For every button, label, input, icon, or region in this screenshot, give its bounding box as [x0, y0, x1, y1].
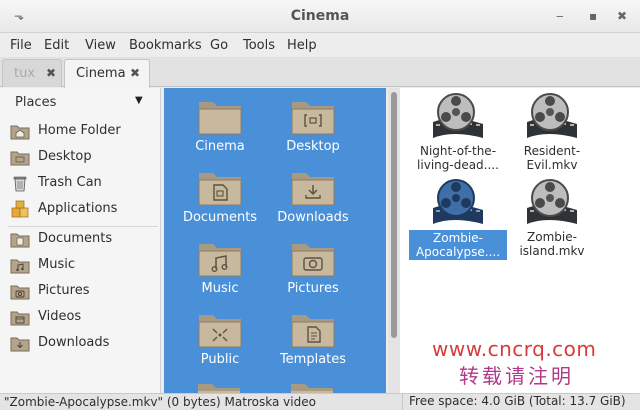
pictures-icon: [10, 285, 30, 300]
folder-public[interactable]: Public: [174, 309, 266, 367]
sidebar-item-home-folder[interactable]: Home Folder: [10, 121, 158, 143]
menu-view[interactable]: View: [85, 38, 116, 53]
desktop-icon: [10, 151, 30, 166]
sidebar-divider: [8, 226, 158, 227]
folder-label: Downloads: [277, 210, 349, 225]
public-folder-icon: [198, 315, 242, 348]
desktop-folder-icon: [291, 102, 335, 135]
sidebar-item-label: Applications: [38, 201, 118, 216]
folder-label: Music: [201, 281, 239, 296]
sidebar-item-label: Videos: [38, 309, 82, 324]
tab-tux-label: tux: [14, 66, 36, 81]
sidebar-item-label: Desktop: [38, 149, 92, 164]
sidebar-item-label: Pictures: [38, 283, 90, 298]
status-bar: "Zombie-Apocalypse.mkv" (0 bytes) Matros…: [0, 393, 640, 410]
sidebar-item-videos[interactable]: Videos: [10, 307, 158, 329]
file-resident-evil[interactable]: Resident- Evil.mkv: [503, 92, 601, 172]
downloads-folder-icon: [291, 173, 335, 206]
window-title: Cinema: [290, 8, 350, 24]
pictures-folder-icon: [291, 244, 335, 277]
scrollbar-thumb[interactable]: [391, 92, 397, 338]
minimize-icon[interactable]: ‒: [556, 9, 564, 23]
folder-music[interactable]: Music: [174, 238, 266, 296]
tab-bar: tux ✖ Cinema ✖: [0, 57, 640, 88]
documents-folder-icon: [198, 173, 242, 206]
status-selection: "Zombie-Apocalypse.mkv" (0 bytes) Matros…: [4, 395, 316, 409]
sidebar-item-downloads[interactable]: Downloads: [10, 333, 158, 355]
tab-cinema[interactable]: Cinema ✖: [64, 59, 150, 88]
folder-icon: [291, 384, 333, 393]
file-label: Zombie- island.mkv: [519, 230, 585, 258]
sidebar-item-label: Documents: [38, 231, 113, 246]
trash-icon: [13, 176, 27, 192]
menu-edit[interactable]: Edit: [44, 38, 69, 53]
close-tab-icon[interactable]: ✖: [127, 65, 143, 81]
folder-pane[interactable]: Cinema Desktop Documents Downloads Music…: [164, 88, 386, 393]
menu-bar: File Edit View Bookmarks Go Tools Help: [0, 33, 640, 57]
folder-label: Public: [200, 352, 240, 367]
music-folder-icon: [198, 244, 242, 277]
maximize-icon[interactable]: ▪: [589, 9, 597, 23]
sidebar-item-label: Music: [38, 257, 75, 272]
downloads-icon: [10, 337, 30, 352]
folder-icon: [198, 384, 240, 393]
sidebar-item-desktop[interactable]: Desktop: [10, 147, 158, 169]
sidebar-item-pictures[interactable]: Pictures: [10, 281, 158, 303]
places-header[interactable]: Places: [15, 95, 56, 110]
menu-tools[interactable]: Tools: [243, 38, 275, 53]
tab-cinema-label: Cinema: [76, 66, 126, 81]
file-label: Resident- Evil.mkv: [523, 144, 581, 172]
file-label: Zombie- Apocalypse....: [409, 230, 507, 260]
music-icon: [10, 259, 30, 274]
film-reel-icon: [433, 179, 483, 224]
status-free-space: Free space: 4.0 GiB (Total: 13.7 GiB): [402, 394, 626, 410]
menu-help[interactable]: Help: [287, 38, 317, 53]
sidebar-item-label: Home Folder: [38, 123, 121, 138]
sidebar-item-label: Downloads: [38, 335, 110, 350]
documents-icon: [10, 233, 30, 248]
folder-templates[interactable]: Templates: [267, 309, 359, 367]
folder-label: Desktop: [286, 139, 340, 154]
title-bar: ⬎ Cinema ‒ ▪ ✖: [0, 0, 640, 33]
folder-label: Cinema: [195, 139, 245, 154]
folder-label: Pictures: [287, 281, 339, 296]
folder-label: Templates: [279, 352, 347, 367]
menu-file[interactable]: File: [10, 38, 32, 53]
sidebar-item-documents[interactable]: Documents: [10, 229, 158, 251]
sidebar-item-trash[interactable]: Trash Can: [10, 173, 158, 195]
folder-cinema[interactable]: Cinema: [174, 96, 266, 154]
folder-downloads[interactable]: Downloads: [267, 167, 359, 225]
sidebar-item-label: Trash Can: [38, 175, 102, 190]
templates-folder-icon: [291, 315, 335, 348]
folder-pictures[interactable]: Pictures: [267, 238, 359, 296]
folder-label: Documents: [182, 210, 258, 225]
home-folder-icon: [10, 125, 30, 140]
film-reel-icon: [527, 179, 577, 224]
file-zombie-apocalypse[interactable]: Zombie- Apocalypse....: [409, 178, 507, 260]
watermark-text: 转载请注明: [459, 364, 574, 388]
sidebar-item-music[interactable]: Music: [10, 255, 158, 277]
close-tab-icon[interactable]: ✖: [43, 65, 59, 81]
film-reel-icon: [527, 93, 577, 138]
close-window-icon[interactable]: ✖: [617, 9, 627, 23]
file-label: Night-of-the- living-dead....: [417, 144, 499, 172]
folder-desktop[interactable]: Desktop: [267, 96, 359, 154]
sidebar-item-applications[interactable]: Applications: [10, 199, 158, 221]
menu-bookmarks[interactable]: Bookmarks: [129, 38, 202, 53]
places-dropdown-icon[interactable]: ▼: [135, 95, 143, 106]
folder-documents[interactable]: Documents: [174, 167, 266, 225]
applications-icon: [11, 200, 29, 218]
menu-go[interactable]: Go: [210, 38, 228, 53]
tab-tux[interactable]: tux ✖: [2, 59, 62, 87]
folder-icon: [198, 102, 242, 135]
places-sidebar: Places ▼ Home Folder Desktop Trash Can A…: [0, 88, 161, 393]
file-zombie-island[interactable]: Zombie- island.mkv: [503, 178, 601, 258]
file-night-of-the-living-dead[interactable]: Night-of-the- living-dead....: [409, 92, 507, 172]
videos-icon: [10, 311, 30, 326]
watermark-url: www.cncrq.com: [432, 337, 597, 361]
film-reel-icon: [433, 93, 483, 138]
